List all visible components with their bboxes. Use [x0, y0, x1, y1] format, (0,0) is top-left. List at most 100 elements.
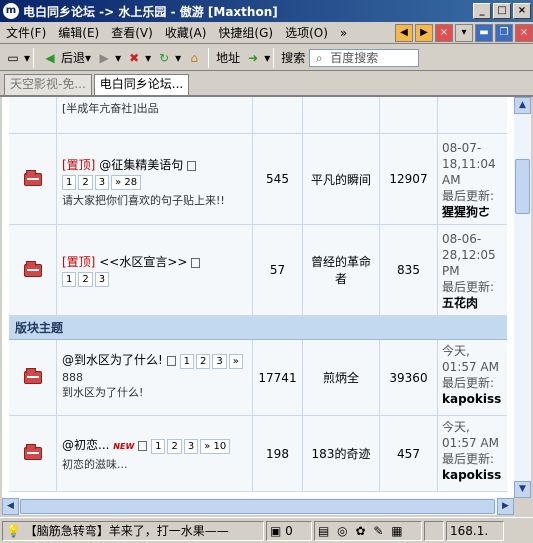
last-post-cell: 08-06-28,12:05 PM 最后更新: 五花肉 — [438, 225, 507, 315]
page-link[interactable]: 3 — [94, 175, 110, 190]
page-link[interactable]: 3 — [94, 272, 110, 287]
prev-tab-icon[interactable]: ◀ — [395, 23, 413, 42]
author-link[interactable]: 平凡的瞬间 — [303, 134, 380, 224]
tab-list-icon[interactable]: ▾ — [455, 23, 473, 42]
last-post-user[interactable]: 猩猩狗ㄜ — [442, 205, 490, 219]
stop-button[interactable]: ✖ ▾ — [125, 49, 151, 67]
back-label: 后退 — [61, 51, 86, 65]
author-link[interactable]: 曾经的革命者 — [303, 225, 380, 315]
topic-subtitle: 888 — [62, 371, 83, 384]
copy-icon[interactable] — [138, 440, 148, 451]
views-cell: 457 — [380, 416, 438, 491]
close-all-icon[interactable]: × — [515, 23, 533, 42]
close-tab-icon[interactable]: × — [435, 23, 453, 42]
page-link[interactable]: 3 — [183, 439, 199, 454]
table-row: [半成年亢奋社]出品 — [9, 97, 507, 134]
menu-favorites[interactable]: 收藏(A) — [159, 24, 213, 41]
page-link[interactable]: 1 — [151, 439, 166, 454]
restore-tab-icon[interactable]: ▬ — [475, 23, 493, 42]
copy-icon[interactable] — [166, 355, 176, 366]
topic-icon-cell — [9, 416, 57, 491]
tab-dianbai-forum[interactable]: 电白同乡论坛... — [93, 74, 190, 95]
next-tab-icon[interactable]: ▶ — [415, 23, 433, 42]
menu-file[interactable]: 文件(F) — [0, 24, 52, 41]
topic-cell: @到水区为了什么! 1 2 3 » 888 到水区为了什么! — [57, 340, 253, 415]
page-links: 1 2 3 » 28 — [62, 175, 143, 190]
search-placeholder: 百度搜索 — [330, 51, 379, 65]
tile-tab-icon[interactable]: ❐ — [495, 23, 513, 42]
page-link[interactable]: 1 — [62, 272, 77, 287]
horizontal-scrollbar[interactable]: ◀ ▶ — [2, 498, 514, 515]
table-row: @初恋... NEW 1 2 3 » 10 初恋的滋味... 198 183的奇… — [9, 416, 507, 492]
new-page-button[interactable]: ▭ ▾ — [4, 49, 30, 67]
topic-title-link[interactable]: @征集精美语句 — [99, 158, 183, 172]
menu-options[interactable]: 选项(O) — [279, 24, 334, 41]
toolbar-divider — [273, 47, 275, 68]
status-message-text: 【脑筋急转弯】羊来了，打一水果—— — [24, 523, 229, 538]
topic-subtitle: 初恋的滋味... — [62, 458, 128, 471]
config-icon[interactable]: ▦ — [391, 524, 404, 538]
last-post-user[interactable]: kapokiss — [442, 468, 501, 482]
title-bar: m 电白同乡论坛 -> 水上乐园 - 傲游 [Maxthon] _ □ × — [0, 0, 533, 22]
scroll-left-icon[interactable]: ◀ — [2, 498, 19, 515]
page-link[interactable]: 2 — [78, 272, 93, 287]
last-post-user[interactable]: kapokiss — [442, 392, 501, 406]
screenshot-icon[interactable]: ▤ — [318, 524, 331, 538]
table-row: @到水区为了什么! 1 2 3 » 888 到水区为了什么! 17741 煎炳全… — [9, 340, 507, 416]
topic-icon-cell — [9, 225, 57, 315]
folder-icon — [23, 260, 42, 277]
maximize-button[interactable]: □ — [493, 3, 511, 19]
copy-icon[interactable] — [187, 160, 197, 171]
close-button[interactable]: × — [513, 3, 531, 19]
vertical-scrollbar[interactable]: ▲ ▼ — [514, 97, 531, 498]
views-cell: 835 — [380, 225, 438, 315]
topic-title-link[interactable]: <<水区宣言>> — [99, 255, 187, 269]
window-title: 电白同乡论坛 -> 水上乐园 - 傲游 [Maxthon] — [23, 4, 278, 19]
topic-cell: [置顶] @征集精美语句 1 2 3 » 28 请大家把你们喜欢的句子贴上来!! — [57, 134, 253, 224]
page-link[interactable]: » — [228, 354, 243, 369]
ad-filter-icon[interactable]: ◎ — [337, 524, 349, 538]
scroll-thumb[interactable] — [515, 159, 530, 214]
page-links: 1 2 3 — [62, 272, 111, 287]
forward-button[interactable]: ▶ ▾ — [95, 49, 121, 67]
copy-icon[interactable] — [191, 257, 201, 268]
section-header: 版块主题 — [9, 316, 507, 340]
scroll-down-icon[interactable]: ▼ — [514, 481, 531, 498]
page-link[interactable]: 3 — [212, 354, 227, 369]
author-link[interactable]: 煎炳全 — [303, 340, 380, 415]
minimize-button[interactable]: _ — [473, 3, 491, 19]
page-link[interactable]: 2 — [78, 175, 93, 190]
tab-tiankong[interactable]: 天空影视-免... — [4, 74, 92, 95]
topic-subtitle: 请大家把你们喜欢的句子贴上来!! — [62, 194, 225, 207]
proxy-icon[interactable]: ✿ — [355, 524, 367, 538]
scroll-up-icon[interactable]: ▲ — [514, 97, 531, 114]
scroll-right-icon[interactable]: ▶ — [497, 498, 514, 515]
back-arrow-icon: ◀ — [45, 50, 55, 65]
popup-blocker-icon[interactable]: ▣ — [270, 524, 281, 538]
author-cell — [303, 97, 380, 133]
topic-cell: @初恋... NEW 1 2 3 » 10 初恋的滋味... — [57, 416, 253, 491]
page-link[interactable]: » 10 — [200, 439, 231, 454]
menu-view[interactable]: 查看(V) — [105, 24, 159, 41]
home-button[interactable]: ⌂ — [185, 49, 205, 67]
page-link[interactable]: 1 — [62, 175, 77, 190]
go-button[interactable]: ➜ ▾ — [244, 49, 270, 67]
plugin-icon[interactable]: ✎ — [373, 524, 385, 538]
back-button[interactable]: ◀ 后退 ▾ — [41, 49, 91, 67]
page-link[interactable]: 2 — [196, 354, 211, 369]
page-link[interactable]: 2 — [167, 439, 182, 454]
author-link[interactable]: 183的奇迹 — [303, 416, 380, 491]
topic-title-link[interactable]: @到水区为了什么! — [62, 353, 163, 367]
search-label: 搜索 — [281, 51, 306, 65]
refresh-button[interactable]: ↻ ▾ — [155, 49, 181, 67]
menu-more-icon[interactable]: » — [334, 26, 353, 40]
scroll-thumb[interactable] — [20, 499, 495, 514]
menu-groups[interactable]: 快捷组(G) — [212, 24, 279, 41]
page-link[interactable]: » 28 — [111, 175, 142, 190]
page-viewport[interactable]: [半成年亢奋社]出品 [置顶] @征集精美语句 1 2 3 » 28 请大家把你… — [2, 97, 514, 498]
topic-title-link[interactable]: @初恋... — [62, 438, 109, 452]
last-post-user[interactable]: 五花肉 — [442, 296, 478, 310]
menu-edit[interactable]: 编辑(E) — [52, 24, 105, 41]
page-link[interactable]: 1 — [179, 354, 195, 369]
search-input[interactable]: ⌕ 百度搜索 — [309, 48, 420, 67]
